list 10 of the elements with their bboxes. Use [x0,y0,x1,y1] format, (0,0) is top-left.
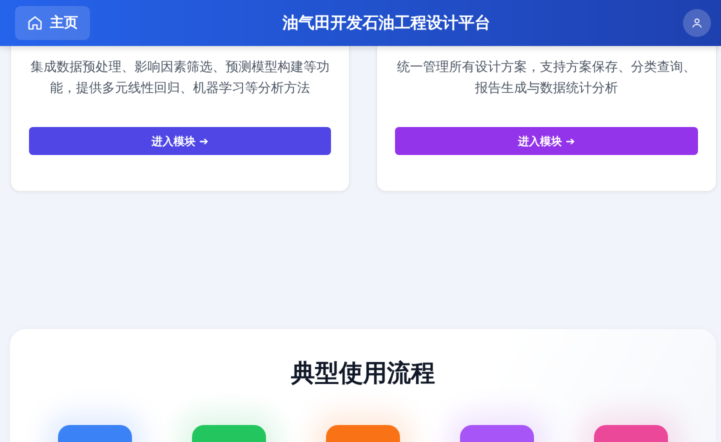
module-description: 统一管理所有设计方案，支持方案保存、分类查询、报告生成与数据统计分析 [396,59,697,98]
enter-module-button[interactable]: 进入模块 ➔ [395,127,698,155]
section-title: 典型使用流程 [291,358,435,389]
user-icon [691,17,703,29]
module-description: 集成数据预处理、影响因素筛选、预测模型构建等功能，提供多元线性回归、机器学习等分析方法 [30,59,330,98]
home-button[interactable]: 主页 [15,6,90,40]
user-button[interactable] [683,9,711,37]
enter-module-button[interactable]: 进入模块 ➔ [29,127,331,155]
page-title: 油气田开发石油工程设计平台 [282,12,490,34]
house-icon [27,15,43,31]
